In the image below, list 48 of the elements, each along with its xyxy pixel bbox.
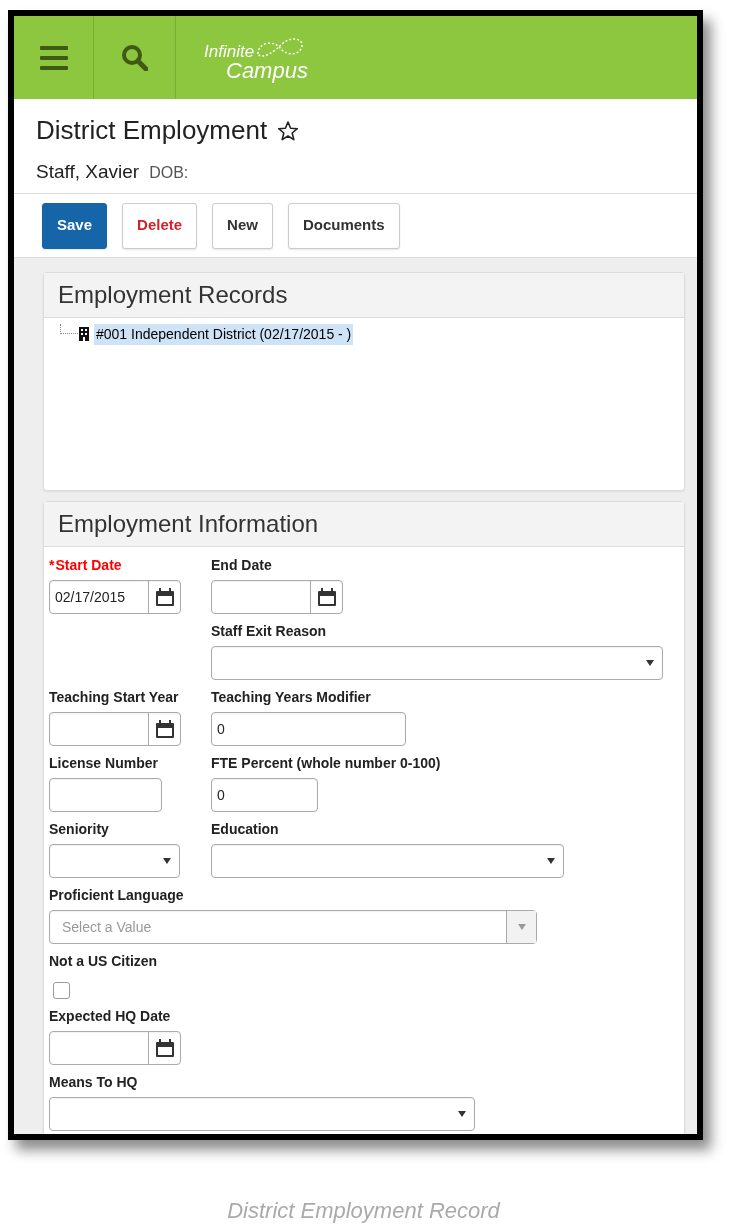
caret-icon xyxy=(458,1111,466,1118)
date-field[interactable] xyxy=(49,1031,181,1066)
field-label: Staff Exit Reason xyxy=(211,622,327,642)
dob-label: DOB: xyxy=(149,163,189,183)
field-label: Education xyxy=(211,820,279,840)
toolbar-button[interactable]: Documents xyxy=(287,202,400,249)
checkbox[interactable] xyxy=(53,982,70,1000)
toolbar-button[interactable]: Save xyxy=(42,202,108,249)
figure-caption: District Employment Record xyxy=(226,1197,502,1225)
field-label: Means To HQ xyxy=(49,1073,138,1093)
logo-text: Campus xyxy=(225,59,308,82)
field-label: Start Date xyxy=(55,556,122,576)
calendar-icon[interactable] xyxy=(154,720,175,739)
toolbar-button[interactable]: Delete xyxy=(122,202,198,249)
field-label: FTE Percent (whole number 0-100) xyxy=(211,754,441,774)
toolbar-button[interactable]: New xyxy=(212,202,273,249)
caret-icon xyxy=(163,858,171,865)
building-icon xyxy=(78,327,90,342)
field-label: License Number xyxy=(49,754,158,774)
caret-icon xyxy=(547,858,555,865)
caret-icon xyxy=(646,660,654,667)
page-title: District Employment xyxy=(36,114,268,147)
date-field[interactable] xyxy=(49,712,181,747)
menu-icon[interactable] xyxy=(39,44,68,71)
text-field[interactable] xyxy=(49,778,162,813)
field-label: Expected HQ Date xyxy=(49,1007,171,1027)
field-label: Proficient Language xyxy=(49,886,184,906)
calendar-icon[interactable] xyxy=(154,588,175,607)
search-icon[interactable] xyxy=(121,44,148,71)
field-label: Teaching Start Year xyxy=(49,688,179,708)
required-mark: * xyxy=(49,556,55,576)
person-name: Staff, Xavier xyxy=(36,160,140,184)
calendar-icon[interactable] xyxy=(154,1039,175,1058)
field-label: Not a US Citizen xyxy=(49,952,158,972)
panel-title: Employment Information xyxy=(44,501,684,548)
logo-text: Infinite xyxy=(204,42,255,60)
date-field[interactable] xyxy=(211,580,343,615)
text-field[interactable]: 0 xyxy=(211,712,406,747)
calendar-icon[interactable] xyxy=(316,588,337,607)
field-label: Seniority xyxy=(49,820,109,840)
caret-icon xyxy=(517,924,526,931)
field-label: Teaching Years Modifier xyxy=(211,688,371,708)
date-field[interactable]: 02/17/2015 xyxy=(49,580,181,615)
text-field[interactable]: 0 xyxy=(211,778,318,813)
field-label: End Date xyxy=(211,556,272,576)
panel-title: Employment Records xyxy=(44,272,684,318)
tree-item[interactable]: #001 Independent District (02/17/2015 - ) xyxy=(94,323,354,345)
star-icon[interactable] xyxy=(277,119,300,142)
